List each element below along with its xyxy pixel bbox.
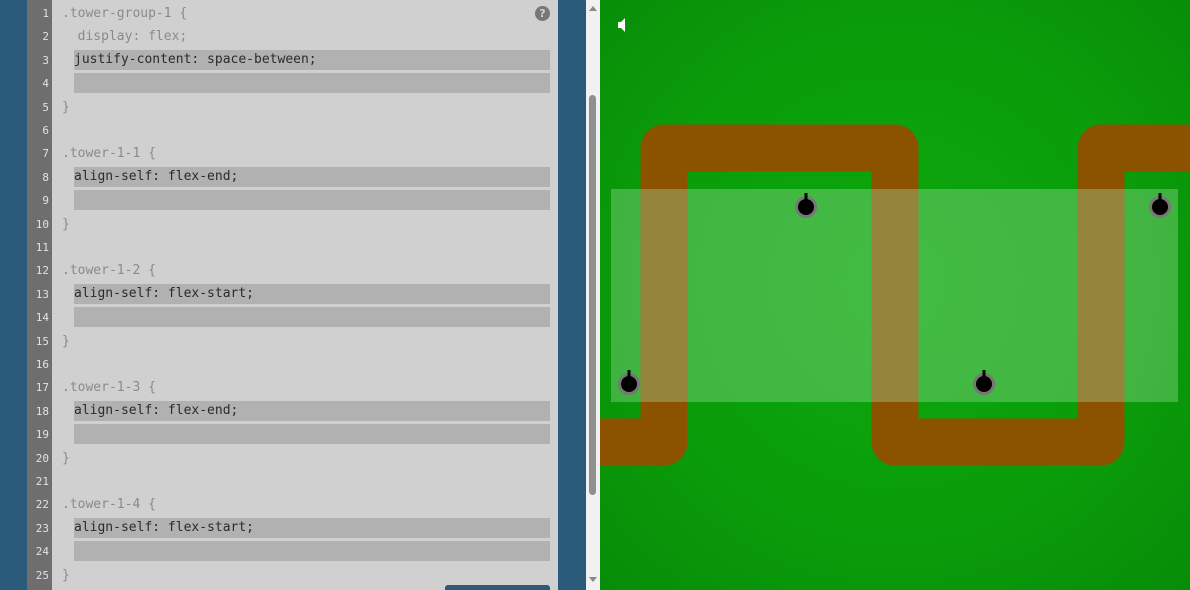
line-number: 5: [42, 100, 49, 114]
line-number: 24: [35, 545, 49, 559]
line-number: 1: [42, 7, 49, 20]
css-input-field[interactable]: [74, 73, 550, 94]
line-number: 17: [35, 381, 49, 395]
line-number: 11: [35, 241, 49, 254]
tower-1-2: [793, 193, 819, 219]
line-number: 3: [42, 53, 49, 67]
line-number: 9: [42, 194, 49, 208]
help-icon[interactable]: ?: [535, 6, 550, 21]
code-line: }: [62, 333, 70, 349]
code-line: }: [62, 99, 70, 115]
line-number: 18: [35, 404, 49, 418]
css-editor-panel: 1 2 3 4 5 6 7 8 9 10 11 12 13 14 15 16 17 18 19 20 21 22 23 24 2…: [0, 0, 586, 590]
line-number: 6: [42, 124, 49, 137]
line-number: 16: [35, 358, 49, 371]
css-input-field[interactable]: justify-content: space-between;: [74, 49, 550, 70]
css-input-field[interactable]: [74, 424, 550, 445]
css-input-field[interactable]: align-self: flex-start;: [74, 283, 550, 304]
line-number-gutter: 1 2 3 4 5 6 7 8 9 10 11 12 13 14 15 16 17 18 19 20 21 22 23 24 2…: [27, 0, 52, 590]
line-number: 7: [42, 147, 49, 161]
code-line: }: [62, 450, 70, 466]
line-number: 19: [35, 428, 49, 442]
tower-1-4: [1147, 193, 1173, 219]
editor-scrollbar[interactable]: [586, 0, 600, 590]
line-number: 25: [35, 568, 49, 582]
css-input-field[interactable]: [74, 190, 550, 211]
submit-button[interactable]: [445, 585, 550, 590]
speaker-icon[interactable]: [617, 17, 631, 33]
line-number: 15: [35, 334, 49, 348]
css-input-field[interactable]: align-self: flex-end;: [74, 166, 550, 187]
line-number: 12: [35, 264, 49, 278]
scroll-up-arrow-icon[interactable]: [589, 6, 597, 11]
line-number: 20: [35, 451, 49, 465]
scroll-down-arrow-icon[interactable]: [589, 577, 597, 582]
css-input-field[interactable]: align-self: flex-end;: [74, 400, 550, 421]
css-input-field[interactable]: [74, 541, 550, 562]
tower-1-3: [971, 370, 997, 396]
css-input-field[interactable]: align-self: flex-start;: [74, 517, 550, 538]
tower-placement-zone: [611, 189, 1178, 402]
code-line: .tower-1-4 {: [62, 497, 156, 513]
code-line: .tower-1-2 {: [62, 263, 156, 279]
line-number: 23: [35, 521, 49, 535]
line-number: 2: [42, 30, 49, 44]
game-board: [600, 0, 1190, 590]
code-line: display: flex;: [62, 29, 188, 45]
scrollbar-thumb[interactable]: [589, 95, 596, 495]
code-line: }: [62, 567, 70, 583]
line-number: 8: [42, 170, 49, 184]
line-number: 21: [35, 475, 49, 488]
code-line: .tower-1-3 {: [62, 380, 156, 396]
tower-1-1: [616, 370, 642, 396]
line-number: 4: [42, 77, 49, 91]
code-line: .tower-group-1 {: [62, 6, 188, 21]
css-input-field[interactable]: [74, 307, 550, 328]
line-number: 10: [35, 217, 49, 231]
code-line: }: [62, 216, 70, 232]
line-number: 22: [35, 498, 49, 512]
code-area: ? .tower-group-1 { display: flex; justify…: [52, 0, 558, 590]
code-line: .tower-1-1 {: [62, 146, 156, 162]
line-number: 14: [35, 311, 49, 325]
line-number: 13: [35, 287, 49, 301]
